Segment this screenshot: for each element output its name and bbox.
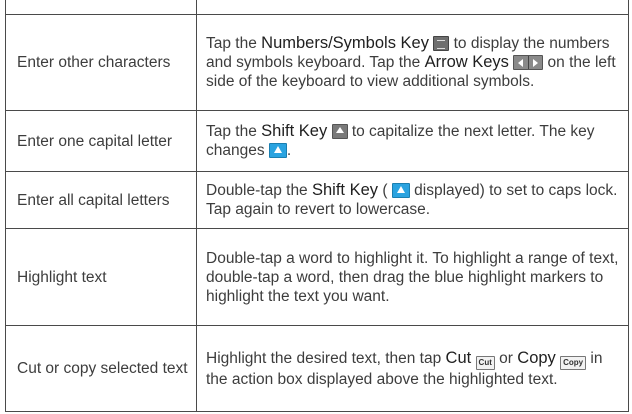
table-row: Cut or copy selected text Highlight the … — [5, 325, 629, 412]
copy-icon: Copy — [560, 355, 587, 370]
description-cell: Double-tap the Shift Key ( displayed) to… — [196, 171, 629, 229]
shift-key-icon — [331, 124, 348, 139]
action-cell: Enter one capital letter — [5, 110, 197, 172]
table-row: Enter all capital letters Double-tap the… — [5, 171, 629, 229]
table-row: Enter one capital letter Tap the Shift K… — [5, 110, 629, 172]
action-cell: Highlight text — [5, 228, 197, 326]
table-row: Enter other characters Tap the Numbers/S… — [5, 14, 629, 111]
description-cell: Tap the Numbers/Symbols Key to display t… — [196, 14, 629, 111]
action-cell: Enter other characters — [5, 14, 197, 111]
description-cell: Tap the Shift Key to capitalize the next… — [196, 110, 629, 172]
action-cell — [5, 0, 197, 15]
key-name: Arrow Keys — [424, 53, 509, 71]
description-cell: Double-tap a word to highlight it. To hi… — [196, 228, 629, 326]
key-name: Shift Key — [312, 181, 379, 199]
key-name: Cut — [445, 348, 472, 367]
arrow-keys-icon — [513, 55, 544, 70]
cut-icon: Cut — [475, 355, 495, 370]
table-row — [5, 0, 629, 15]
action-cell: Enter all capital letters — [5, 171, 197, 229]
description-cell — [196, 0, 629, 15]
numbers-symbols-key-icon — [433, 36, 450, 51]
description-cell: Highlight the desired text, then tap Cut… — [196, 325, 629, 412]
shift-key-active-icon — [391, 183, 410, 198]
key-name: Shift Key — [261, 122, 328, 140]
keyboard-actions-table: Enter other characters Tap the Numbers/S… — [5, 0, 629, 412]
table-row: Highlight text Double-tap a word to high… — [5, 228, 629, 326]
action-cell: Cut or copy selected text — [5, 325, 197, 412]
key-name: Numbers/Symbols Key — [261, 34, 429, 52]
key-name: Copy — [517, 348, 556, 367]
shift-key-active-icon — [268, 143, 287, 158]
